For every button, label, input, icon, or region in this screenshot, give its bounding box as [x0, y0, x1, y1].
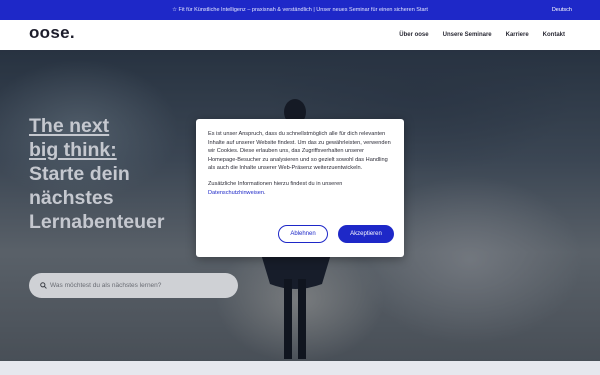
search-icon — [40, 282, 47, 289]
nav-item-ueber-oose[interactable]: Über oose — [399, 32, 428, 38]
hero-headline: The next big think: Starte dein nächstes… — [29, 114, 219, 234]
nav-item-karriere[interactable]: Karriere — [506, 32, 529, 38]
headline-accent-line-2: big think: — [29, 139, 117, 161]
cookie-consent-dialog: Es ist unser Anspruch, dass du schnellst… — [196, 119, 404, 257]
bottom-strip — [0, 361, 600, 375]
headline-line-2: nächstes — [29, 187, 114, 209]
decline-button[interactable]: Ablehnen — [278, 225, 328, 243]
cookie-info-text: Zusätzliche Informationen hierzu findest… — [208, 180, 392, 197]
language-switcher[interactable]: Deutsch — [552, 0, 572, 20]
privacy-policy-link[interactable]: Datenschutzhinweisen — [208, 190, 264, 196]
seminar-search-bar[interactable] — [29, 273, 238, 298]
accept-button[interactable]: Akzeptieren — [338, 225, 394, 243]
announcement-bar: ☆ Fit für Künstliche Intelligenz – praxi… — [0, 0, 600, 20]
headline-line-3: Lernabenteuer — [29, 211, 165, 233]
nav-item-unsere-seminare[interactable]: Unsere Seminare — [443, 32, 492, 38]
search-input[interactable] — [50, 282, 230, 289]
cookie-info-prefix: Zusätzliche Informationen hierzu findest… — [208, 180, 343, 187]
cookie-button-group: Ablehnen Akzeptieren — [278, 225, 394, 243]
main-navigation: oose. Über oose Unsere Seminare Karriere… — [0, 20, 600, 50]
headline-accent-line-1: The next — [29, 115, 110, 137]
cookie-description: Es ist unser Anspruch, dass du schnellst… — [208, 131, 391, 172]
headline-line-1: Starte dein — [29, 163, 130, 185]
oose-logo[interactable]: oose. — [29, 23, 75, 43]
announcement-text[interactable]: ☆ Fit für Künstliche Intelligenz – praxi… — [172, 7, 428, 13]
nav-menu: Über oose Unsere Seminare Karriere Konta… — [399, 20, 565, 50]
cookie-info-end: . — [263, 189, 266, 196]
nav-item-kontakt[interactable]: Kontakt — [543, 32, 565, 38]
